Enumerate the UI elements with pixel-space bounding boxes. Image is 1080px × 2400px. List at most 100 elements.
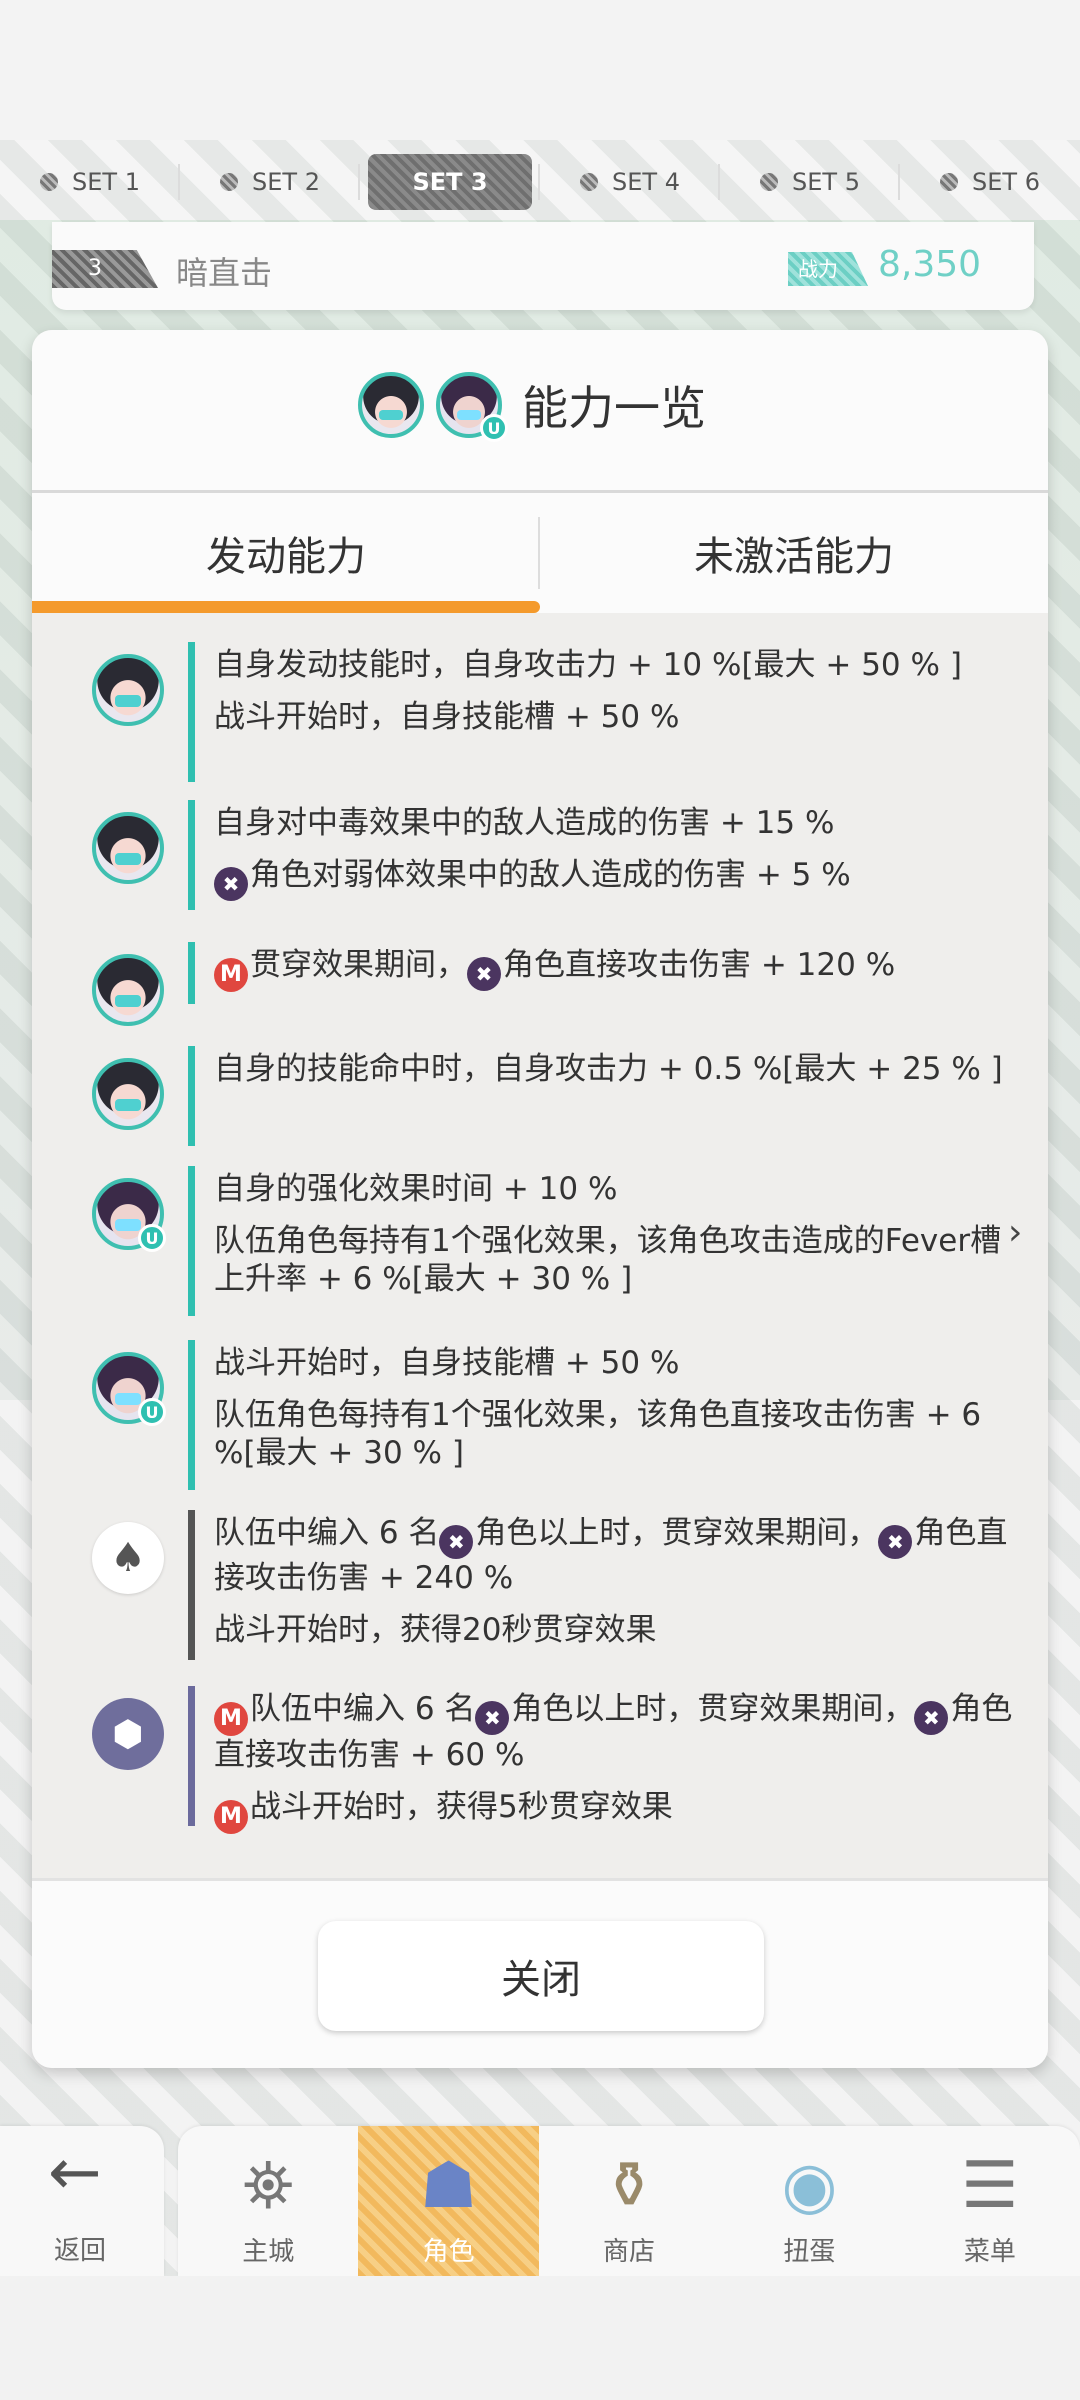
weapon-spade-icon: ♠ (92, 1522, 164, 1594)
character-avatar-a-icon (92, 1058, 164, 1130)
ability-text: 自身的强化效果时间 + 10 % (214, 1171, 618, 1207)
m-mark-icon: M (214, 1800, 248, 1834)
ability-text: 自身对中毒效果中的敌人造成的伤害 + 15 % (214, 805, 835, 841)
ability-line: 队伍角色每持有1个强化效果，该角色攻击造成的Fever槽上升率 + 6 %[最大… (214, 1222, 1014, 1298)
set-tab-5[interactable]: SET 5 (720, 150, 900, 214)
ability-description: M 贯穿效果期间， ✖ 角色直接攻击伤害 + 120 % (214, 946, 1014, 1006)
set-tab-3[interactable]: SET 3 (360, 150, 540, 214)
dialog-footer: 关闭 (32, 1878, 1048, 2068)
nav-item-main-city[interactable]: ⛯ 主城 (178, 2126, 358, 2276)
ability-description: 自身的强化效果时间 + 10 % 队伍角色每持有1个强化效果，该角色攻击造成的Fe… (214, 1170, 1014, 1312)
character-avatar-a-icon (92, 812, 164, 884)
ability-line: M 战斗开始时，获得5秒贯穿效果 (214, 1788, 1014, 1834)
ability-text: 角色以上时，贯穿效果期间， (475, 1515, 879, 1551)
ability-text: 队伍中编入 6 名 (214, 1515, 440, 1551)
ability-description: 自身发动技能时，自身攻击力 + 10 %[最大 + 50 % ] 战斗开始时，自身… (214, 646, 1014, 750)
ability-text: 战斗开始时，获得5秒贯穿效果 (250, 1789, 673, 1825)
ability-text: 贯穿效果期间， (250, 947, 467, 983)
ability-description: 队伍中编入 6 名 ✖ 角色以上时，贯穿效果期间， ✖ 角色直接攻击伤害 + 240 %… (214, 1514, 1014, 1663)
ability-description: 自身的技能命中时，自身攻击力 + 0.5 %[最大 + 25 % ] (214, 1050, 1014, 1102)
element-cross-icon: ✖ (439, 1525, 474, 1559)
nav-label: 返回 (54, 2236, 107, 2266)
set-dot-icon (40, 173, 59, 191)
u-badge-icon: U (138, 1398, 166, 1426)
castle-icon: ⛯ (242, 2149, 294, 2223)
set-tab-label: SET 1 (72, 168, 140, 196)
tab-active-indicator (32, 601, 540, 613)
set-tab-2[interactable]: SET 2 (180, 150, 360, 214)
skill-name: 暗直击 (176, 254, 273, 292)
ability-line: 自身的技能命中时，自身攻击力 + 0.5 %[最大 + 25 % ] (214, 1050, 1014, 1088)
ability-text: 自身的技能命中时，自身攻击力 + 0.5 %[最大 + 25 % ] (214, 1051, 1003, 1087)
nav-label: 主城 (242, 2237, 295, 2267)
m-mark-icon: M (214, 958, 248, 992)
tab-active-abilities[interactable]: 发动能力 (32, 493, 540, 613)
ability-list[interactable]: 自身发动技能时，自身攻击力 + 10 %[最大 + 50 % ] 战斗开始时，自身… (32, 616, 1048, 1878)
back-button[interactable]: ← 返回 (0, 2126, 164, 2276)
nav-label: 菜单 (963, 2237, 1016, 2267)
ability-color-bar (188, 1510, 195, 1660)
m-mark-icon: M (214, 1702, 248, 1736)
nav-item-character[interactable]: ☗ 角色 (358, 2126, 539, 2276)
u-badge-icon: U (138, 1224, 166, 1252)
back-arrow-icon: ← (48, 2136, 102, 2210)
ability-line: 自身的强化效果时间 + 10 % (214, 1170, 1014, 1208)
box-emblem-icon: ⬢ (92, 1698, 164, 1770)
ability-line: 战斗开始时，自身技能槽 + 50 % (214, 1344, 1014, 1382)
ability-line: 自身对中毒效果中的敌人造成的伤害 + 15 % (214, 804, 1014, 842)
ability-line: M 队伍中编入 6 名 ✖ 角色以上时，贯穿效果期间， ✖ 角色直接攻击伤害 + 60 % (214, 1690, 1014, 1774)
tab-inactive-abilities[interactable]: 未激活能力 (540, 493, 1048, 613)
shop-icon: ⚱ (602, 2149, 656, 2223)
dialog-header: U 能力一览 (32, 330, 1048, 493)
ability-line: 战斗开始时，获得20秒贯穿效果 (214, 1611, 1014, 1649)
nav-label: 商店 (603, 2237, 656, 2267)
ability-text: 队伍角色每持有1个强化效果，该角色直接攻击伤害 + 6 %[最大 + 30 % … (214, 1397, 982, 1471)
set-tab-1[interactable]: SET 1 (0, 150, 180, 214)
set-tab-6[interactable]: SET 6 (900, 150, 1080, 214)
skill-level-badge: 3 (52, 250, 158, 288)
ability-text: 战斗开始时，自身技能槽 + 50 % (214, 699, 680, 735)
element-cross-icon: ✖ (475, 1701, 510, 1735)
set-tab-label: SET 3 (368, 154, 532, 210)
nav-item-gacha[interactable]: ◉ 扭蛋 (719, 2126, 899, 2276)
ability-text: 队伍中编入 6 名 (250, 1691, 476, 1727)
character-avatar-a-icon (358, 372, 424, 438)
chevron-right-icon[interactable]: › (1008, 1212, 1022, 1253)
ability-line: 队伍角色每持有1个强化效果，该角色直接攻击伤害 + 6 %[最大 + 30 % … (214, 1396, 1014, 1472)
set-dot-icon (220, 173, 239, 191)
set-tab-label: SET 6 (972, 168, 1040, 196)
character-avatar-b-icon: U (92, 1178, 166, 1252)
ability-text: 队伍角色每持有1个强化效果，该角色攻击造成的Fever槽上升率 + 6 %[最大… (214, 1223, 1002, 1297)
ability-color-bar (188, 1046, 195, 1146)
nav-label: 角色 (422, 2237, 475, 2267)
set-tab-4[interactable]: SET 4 (540, 150, 720, 214)
ability-line: 自身发动技能时，自身攻击力 + 10 %[最大 + 50 % ] (214, 646, 1014, 684)
bottom-navigation: ← 返回 ⛯ 主城 ☗ 角色 ⚱ 商店 ◉ 扭蛋 ☰ 菜单 (0, 2126, 1080, 2276)
close-button[interactable]: 关闭 (318, 1921, 764, 2031)
element-cross-icon: ✖ (878, 1525, 913, 1559)
ability-line: 队伍中编入 6 名 ✖ 角色以上时，贯穿效果期间， ✖ 角色直接攻击伤害 + 240 % (214, 1514, 1014, 1597)
skill-strip: 3 暗直击 战力 8,350 (52, 222, 1034, 310)
ability-color-bar (188, 1166, 195, 1316)
ability-line: 战斗开始时，自身技能槽 + 50 % (214, 698, 1014, 736)
set-tabs: SET 1 SET 2 SET 3 SET 4 SET 5 SET 6 (0, 150, 1080, 214)
set-dot-icon (580, 173, 599, 191)
nav-item-shop[interactable]: ⚱ 商店 (539, 2126, 719, 2276)
ability-text: 战斗开始时，获得20秒贯穿效果 (214, 1612, 657, 1648)
set-tab-label: SET 4 (612, 168, 680, 196)
ability-overview-dialog: U 能力一览 发动能力 未激活能力 自身发动技能时，自身攻击力 + 10 %[最… (32, 330, 1048, 2068)
ability-description: 战斗开始时，自身技能槽 + 50 % 队伍角色每持有1个强化效果，该角色直接攻击伤… (214, 1344, 1014, 1486)
power-label: 战力 (788, 252, 868, 286)
element-cross-icon: ✖ (214, 867, 248, 901)
ability-line: M 贯穿效果期间， ✖ 角色直接攻击伤害 + 120 % (214, 946, 1014, 992)
ability-color-bar (188, 642, 195, 782)
ability-text: 角色以上时，贯穿效果期间， (511, 1691, 915, 1727)
status-area (0, 0, 1080, 140)
ability-text: 自身发动技能时，自身攻击力 + 10 %[最大 + 50 % ] (214, 647, 962, 683)
nav-item-menu[interactable]: ☰ 菜单 (900, 2126, 1080, 2276)
ability-line: ✖ 角色对弱体效果中的敌人造成的伤害 + 5 % (214, 856, 1014, 901)
ability-color-bar (188, 1686, 195, 1826)
power-value: 8,350 (878, 244, 982, 285)
character-avatar-a-icon (92, 954, 164, 1026)
set-tab-label: SET 5 (792, 168, 860, 196)
